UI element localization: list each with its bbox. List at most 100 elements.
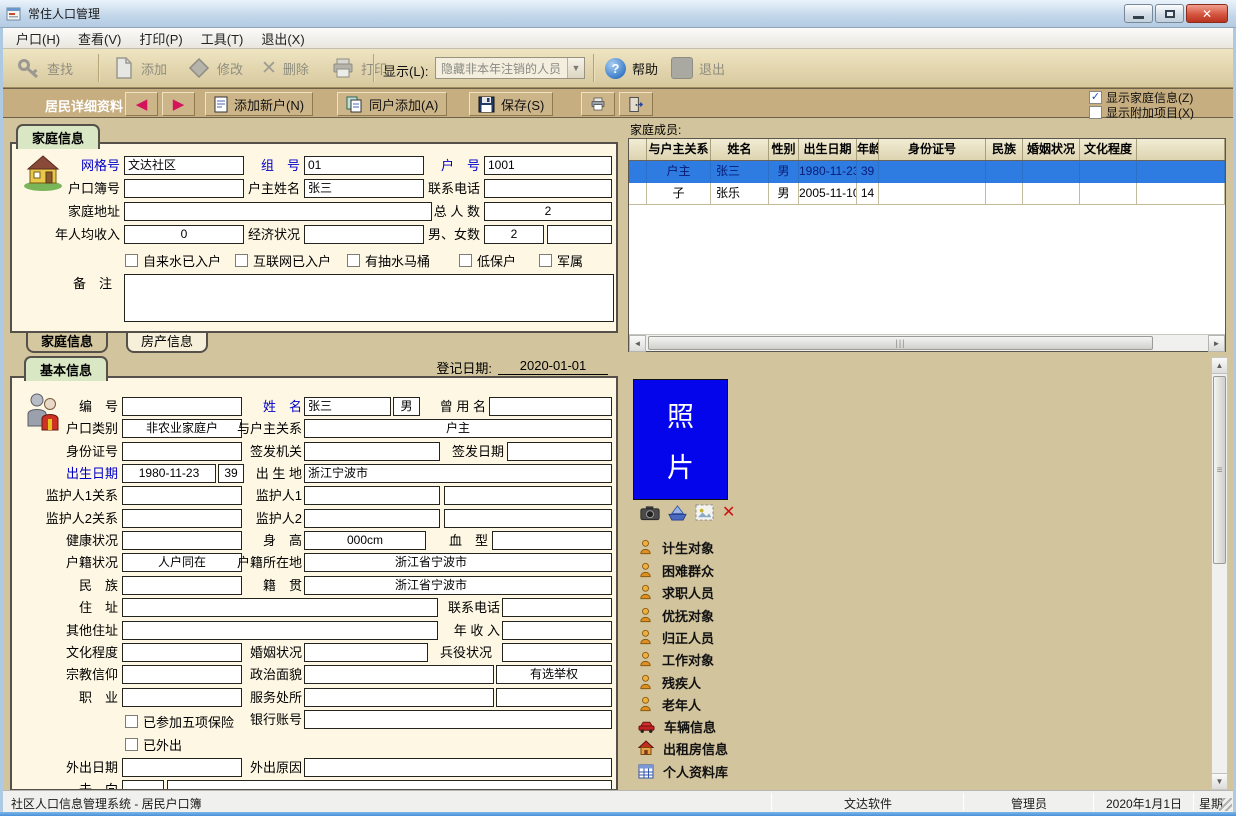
scroll-right-icon[interactable]: ► [1208, 335, 1225, 352]
issue-org-input[interactable] [304, 442, 440, 461]
family-address-input[interactable] [124, 202, 432, 221]
grid-input[interactable]: 文达社区 [124, 156, 244, 175]
category-special-care[interactable]: 优抚对象 [638, 606, 714, 624]
origin-input[interactable]: 浙江省宁波市 [304, 576, 612, 595]
guardian1-input[interactable] [304, 486, 440, 505]
minimize-button[interactable] [1124, 4, 1153, 23]
workplace-input[interactable] [304, 688, 494, 707]
category-job-seeker[interactable]: 求职人员 [638, 583, 714, 601]
save-button[interactable]: 保存(S) [469, 92, 553, 116]
workplace-extra-input[interactable] [496, 688, 612, 707]
tab-family-info[interactable]: 家庭信息 [16, 124, 100, 149]
category-rental-housing-info[interactable]: 出租房信息 [638, 739, 728, 757]
hukou-place-input[interactable]: 浙江省宁波市 [304, 553, 612, 572]
close-button[interactable]: ✕ [1186, 4, 1228, 23]
blood-type-input[interactable] [492, 531, 612, 550]
birthplace-input[interactable]: 浙江宁波市 [304, 464, 612, 483]
birth-date-input[interactable]: 1980-11-23 [122, 464, 216, 483]
former-name-input[interactable] [489, 397, 612, 416]
note-textarea[interactable] [124, 274, 614, 322]
insurance-checkbox[interactable]: 已参加五项保险 [125, 712, 234, 731]
total-count-input[interactable]: 2 [484, 202, 612, 221]
hukou-status-input[interactable]: 人户同在 [122, 553, 242, 572]
add-button[interactable]: 添加 [107, 53, 173, 83]
id-number-input[interactable] [122, 442, 242, 461]
category-work-target[interactable]: 工作对象 [638, 650, 714, 668]
tab-basic-info[interactable]: 基本信息 [24, 356, 108, 381]
delete-photo-icon[interactable]: ✕ [722, 505, 735, 521]
image-icon[interactable] [695, 504, 714, 521]
show-extra-items-checkbox[interactable]: 显示附加项目(X) [1089, 104, 1194, 121]
flush-toilet-checkbox[interactable]: 有抽水马桶 [347, 251, 430, 270]
phone-input[interactable] [502, 598, 612, 617]
out-reason-input[interactable] [304, 758, 612, 777]
military-family-checkbox[interactable]: 军属 [539, 251, 583, 270]
category-needy[interactable]: 困难群众 [638, 561, 714, 579]
member-row-selected[interactable]: 户主 张三 男 1980-11-23 39 [629, 161, 1225, 183]
low-income-checkbox[interactable]: 低保户 [459, 251, 516, 270]
restore-button[interactable] [1155, 4, 1184, 23]
voting-right-box[interactable]: 有选举权 [496, 665, 612, 684]
no-input[interactable] [122, 397, 242, 416]
display-filter-select[interactable]: 隐藏非本年注销的人员 ▼ [435, 57, 585, 79]
internet-checkbox[interactable]: 互联网已入户 [235, 251, 331, 270]
guardian1-relation-input[interactable] [122, 486, 242, 505]
scroll-left-icon[interactable]: ◄ [629, 335, 646, 352]
next-record-button[interactable]: ▶ [162, 92, 195, 116]
category-elderly[interactable]: 老年人 [638, 695, 701, 713]
family-phone-input[interactable] [484, 179, 612, 198]
prev-record-button[interactable]: ◀ [125, 92, 158, 116]
scrollbar-thumb[interactable]: ≡ [1213, 376, 1226, 564]
female-count-input[interactable] [547, 225, 612, 244]
job-input[interactable] [122, 688, 242, 707]
bank-account-input[interactable] [304, 710, 612, 729]
member-row[interactable]: 子 张乐 男 2005-11-10 14 [629, 183, 1225, 205]
guardian2-relation-input[interactable] [122, 509, 242, 528]
category-rehabilitated[interactable]: 归正人员 [638, 628, 714, 646]
category-personal-archive[interactable]: 个人资料库 [638, 762, 728, 780]
relation-input[interactable]: 户主 [304, 419, 612, 438]
name-input[interactable]: 张三 [304, 397, 391, 416]
find-button[interactable]: 查找 [11, 53, 79, 83]
group-input[interactable]: 01 [304, 156, 424, 175]
hu-input[interactable]: 1001 [484, 156, 612, 175]
close-detail-button[interactable] [619, 92, 653, 116]
nation-input[interactable] [122, 576, 242, 595]
delete-button[interactable]: ✕ 删除 [255, 53, 315, 83]
scanner-icon[interactable] [668, 504, 687, 521]
guardian2-extra-input[interactable] [444, 509, 612, 528]
gone-out-checkbox[interactable]: 已外出 [125, 735, 182, 754]
out-date-input[interactable] [122, 758, 242, 777]
menu-huji[interactable]: 户口(H) [7, 27, 69, 50]
booklet-input[interactable] [124, 179, 244, 198]
marriage-input[interactable] [304, 643, 428, 662]
bottom-tab-property-info[interactable]: 房产信息 [126, 333, 208, 353]
male-count-input[interactable]: 2 [484, 225, 544, 244]
members-horizontal-scrollbar[interactable]: ◄ ||| ► [629, 334, 1225, 351]
menu-exit[interactable]: 退出(X) [252, 27, 313, 50]
scroll-down-icon[interactable]: ▼ [1212, 773, 1227, 789]
category-disabled[interactable]: 残疾人 [638, 673, 701, 691]
economy-input[interactable] [304, 225, 424, 244]
exit-button[interactable]: 退出 [665, 53, 731, 83]
modify-button[interactable]: 修改 [181, 53, 249, 83]
annual-income-input[interactable] [502, 621, 612, 640]
add-new-household-button[interactable]: 添加新户(N) [205, 92, 313, 116]
scroll-up-icon[interactable]: ▲ [1212, 358, 1227, 374]
address-input[interactable] [122, 598, 438, 617]
income-input[interactable]: 0 [124, 225, 244, 244]
politics-input[interactable] [304, 665, 494, 684]
right-vertical-scrollbar[interactable]: ▲ ≡ ▼ [1211, 357, 1228, 790]
issue-date-input[interactable] [507, 442, 612, 461]
bottom-tab-family-info[interactable]: 家庭信息 [26, 333, 108, 353]
guardian2-input[interactable] [304, 509, 440, 528]
register-date-value[interactable]: 2020-01-01 [498, 358, 608, 375]
education-input[interactable] [122, 643, 242, 662]
hukou-type-input[interactable]: 非农业家庭户 [122, 419, 242, 438]
other-address-input[interactable] [122, 621, 438, 640]
sex-input[interactable]: 男 [393, 397, 420, 416]
camera-icon[interactable] [640, 505, 660, 521]
scrollbar-thumb[interactable]: ||| [648, 336, 1153, 350]
guardian1-extra-input[interactable] [444, 486, 612, 505]
health-input[interactable] [122, 531, 242, 550]
